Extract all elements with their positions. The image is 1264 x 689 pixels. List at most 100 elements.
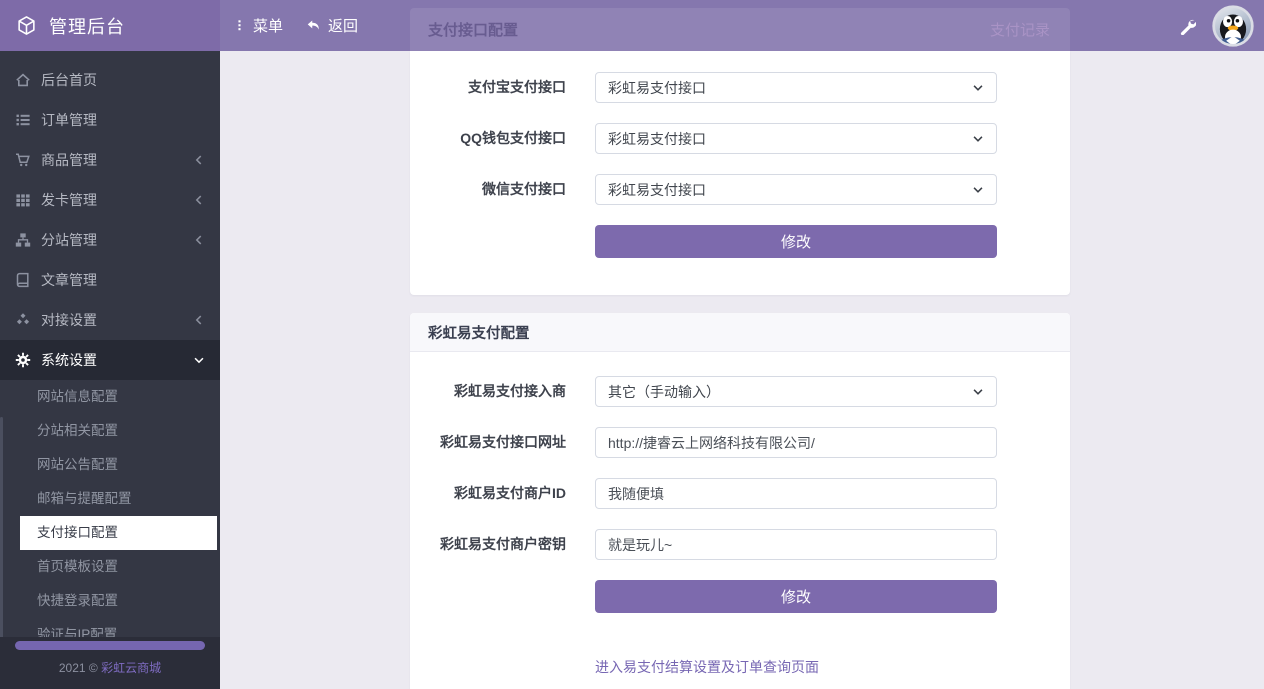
epay-card-body: 彩虹易支付接入商 其它（手动输入） 彩虹易支付接口网址 http://捷睿云上网… — [410, 352, 1070, 689]
epay-merchant-id-label: 彩虹易支付商户ID — [454, 485, 566, 501]
chevron-left-icon — [192, 153, 206, 167]
book-icon — [15, 272, 31, 288]
sidebar-horizontal-scrollbar[interactable] — [15, 641, 205, 650]
select-value: 彩虹易支付接口 — [608, 181, 706, 198]
wechat-interface-select[interactable]: 彩虹易支付接口 — [595, 174, 997, 205]
back-arrow-icon — [305, 18, 321, 33]
alipay-interface-label: 支付宝支付接口 — [468, 79, 566, 95]
sidebar-item-products[interactable]: 商品管理 — [0, 140, 220, 180]
submenu-item-site-info[interactable]: 网站信息配置 — [0, 380, 220, 414]
form-row-epay-provider: 彩虹易支付接入商 其它（手动输入） — [410, 376, 1070, 407]
chevron-left-icon — [192, 193, 206, 207]
topbar: 菜单 返回 支付接口配置 支付记录 — [220, 0, 1264, 51]
epay-settlement-link[interactable]: 进入易支付结算设置及订单查询页面 — [595, 657, 819, 677]
payment-interface-card: 支付宝支付接口 彩虹易支付接口 QQ钱包支付接口 彩虹易支付接口 微信支付接口 … — [410, 51, 1070, 295]
qq-wallet-interface-label: QQ钱包支付接口 — [460, 130, 566, 146]
menu-toggle-button[interactable]: 菜单 — [233, 15, 283, 36]
sidebar-item-label: 发卡管理 — [41, 192, 97, 208]
chevron-left-icon — [192, 233, 206, 247]
card-header-under-topbar: 支付接口配置 支付记录 — [410, 8, 1070, 51]
sitemap-icon — [15, 232, 31, 248]
sidebar-vertical-scrollbar[interactable] — [0, 417, 3, 637]
gear-icon — [15, 352, 31, 368]
submenu-item-mail-reminder[interactable]: 邮箱与提醒配置 — [0, 482, 220, 516]
dots-vertical-icon — [233, 18, 246, 33]
modify-button[interactable]: 修改 — [595, 225, 997, 258]
form-row-epay-merchant-id: 彩虹易支付商户ID — [410, 478, 1070, 509]
sidebar: 管理后台 后台首页 订单管理 商品管理 发卡管理 分站管理 文章管理 对接设置 … — [0, 0, 220, 689]
submenu-item-quick-login[interactable]: 快捷登录配置 — [0, 584, 220, 618]
epay-url-input[interactable] — [595, 427, 997, 458]
sidebar-item-system-settings[interactable]: 系统设置 — [0, 340, 220, 380]
sidebar-footer: 2021 © 彩虹云商城 — [0, 637, 220, 689]
site-link[interactable]: 彩虹云商城 — [101, 661, 161, 675]
cube-logo-icon — [16, 15, 37, 36]
qq-wallet-interface-select[interactable]: 彩虹易支付接口 — [595, 123, 997, 154]
sidebar-item-articles[interactable]: 文章管理 — [0, 260, 220, 300]
chevron-down-icon — [971, 385, 985, 399]
chevron-left-icon — [192, 313, 206, 327]
select-value: 彩虹易支付接口 — [608, 79, 706, 96]
wrench-icon[interactable] — [1178, 17, 1196, 35]
cubes-icon — [15, 312, 31, 328]
page-title: 支付接口配置 — [428, 22, 519, 39]
form-row-wechat: 微信支付接口 彩虹易支付接口 — [410, 174, 1070, 205]
submenu-item-verify-ip[interactable]: 验证与IP配置 — [0, 618, 220, 637]
sidebar-item-label: 商品管理 — [41, 152, 97, 168]
topbar-right — [1178, 0, 1254, 51]
epay-merchant-key-input[interactable] — [595, 529, 997, 560]
chevron-down-icon — [971, 183, 985, 197]
modify-button[interactable]: 修改 — [595, 580, 997, 613]
logo[interactable]: 管理后台 — [0, 0, 220, 51]
home-icon — [15, 72, 31, 88]
app-title: 管理后台 — [49, 16, 125, 37]
select-value: 彩虹易支付接口 — [608, 130, 706, 147]
form-row-alipay: 支付宝支付接口 彩虹易支付接口 — [410, 72, 1070, 103]
epay-merchant-key-label: 彩虹易支付商户密钥 — [440, 536, 566, 552]
sidebar-item-home[interactable]: 后台首页 — [0, 60, 220, 100]
copyright: 2021 © 彩虹云商城 — [0, 659, 220, 676]
sidebar-item-orders[interactable]: 订单管理 — [0, 100, 220, 140]
cart-icon — [15, 152, 31, 168]
submenu-item-home-template[interactable]: 首页模板设置 — [0, 550, 220, 584]
list-icon — [15, 112, 31, 128]
user-avatar[interactable] — [1212, 4, 1254, 47]
chevron-down-icon — [971, 81, 985, 95]
main-area: 菜单 返回 支付接口配置 支付记录 支付宝支付接口 彩虹易支付接口 QQ钱包支付… — [220, 0, 1264, 689]
epay-config-card: 彩虹易支付配置 彩虹易支付接入商 其它（手动输入） 彩虹易支付接口网址 http… — [410, 313, 1070, 689]
sidebar-item-label: 对接设置 — [41, 312, 97, 328]
admin-app: 管理后台 后台首页 订单管理 商品管理 发卡管理 分站管理 文章管理 对接设置 … — [0, 0, 1264, 689]
content-area: 支付宝支付接口 彩虹易支付接口 QQ钱包支付接口 彩虹易支付接口 微信支付接口 … — [220, 51, 1264, 689]
sidebar-item-label: 订单管理 — [41, 112, 97, 128]
sidebar-item-integration[interactable]: 对接设置 — [0, 300, 220, 340]
copyright-year: 2021 © — [58, 661, 98, 675]
chevron-down-icon — [971, 132, 985, 146]
epay-card-title: 彩虹易支付配置 — [428, 325, 530, 342]
form-row-qq-wallet: QQ钱包支付接口 彩虹易支付接口 — [410, 123, 1070, 154]
submenu-item-announcement[interactable]: 网站公告配置 — [0, 448, 220, 482]
submenu-item-payment-config[interactable]: 支付接口配置 — [20, 516, 217, 550]
chevron-down-icon — [192, 353, 206, 367]
epay-url-label: 彩虹易支付接口网址 — [440, 434, 566, 450]
sidebar-item-substations[interactable]: 分站管理 — [0, 220, 220, 260]
select-value: 其它（手动输入） — [608, 383, 720, 400]
epay-merchant-id-input[interactable] — [595, 478, 997, 509]
menu-toggle-label: 菜单 — [253, 18, 284, 35]
alipay-interface-select[interactable]: 彩虹易支付接口 — [595, 72, 997, 103]
submenu-item-substation-config[interactable]: 分站相关配置 — [0, 414, 220, 448]
payment-records-link[interactable]: 支付记录 — [990, 19, 1050, 40]
grid-icon — [15, 192, 31, 208]
epay-provider-select[interactable]: 其它（手动输入） — [595, 376, 997, 407]
back-label: 返回 — [328, 18, 359, 35]
sidebar-item-cards[interactable]: 发卡管理 — [0, 180, 220, 220]
epay-provider-label: 彩虹易支付接入商 — [454, 383, 566, 399]
wechat-interface-label: 微信支付接口 — [482, 181, 566, 197]
sidebar-item-label: 分站管理 — [41, 232, 97, 248]
sidebar-item-label: 系统设置 — [41, 352, 97, 368]
sidebar-item-label: 文章管理 — [41, 272, 97, 288]
back-button[interactable]: 返回 — [305, 15, 358, 36]
epay-card-header: 彩虹易支付配置 — [410, 313, 1070, 352]
form-row-epay-merchant-key: 彩虹易支付商户密钥 — [410, 529, 1070, 560]
sidebar-item-label: 后台首页 — [41, 72, 97, 88]
form-row-epay-url: 彩虹易支付接口网址 — [410, 427, 1070, 458]
